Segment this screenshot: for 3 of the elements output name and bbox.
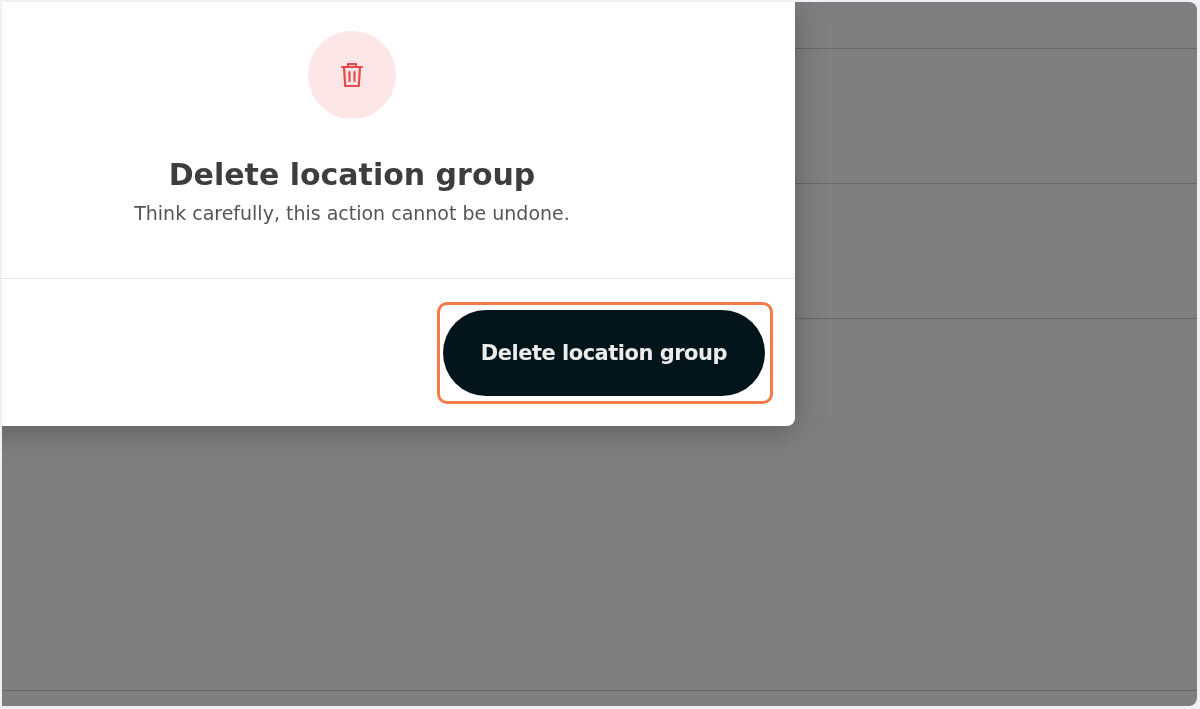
dialog-title: Delete location group	[168, 157, 536, 192]
delete-button[interactable]: Delete location group	[442, 309, 765, 396]
dialog-message: Think carefully, this action cannot be undone.	[134, 202, 570, 224]
